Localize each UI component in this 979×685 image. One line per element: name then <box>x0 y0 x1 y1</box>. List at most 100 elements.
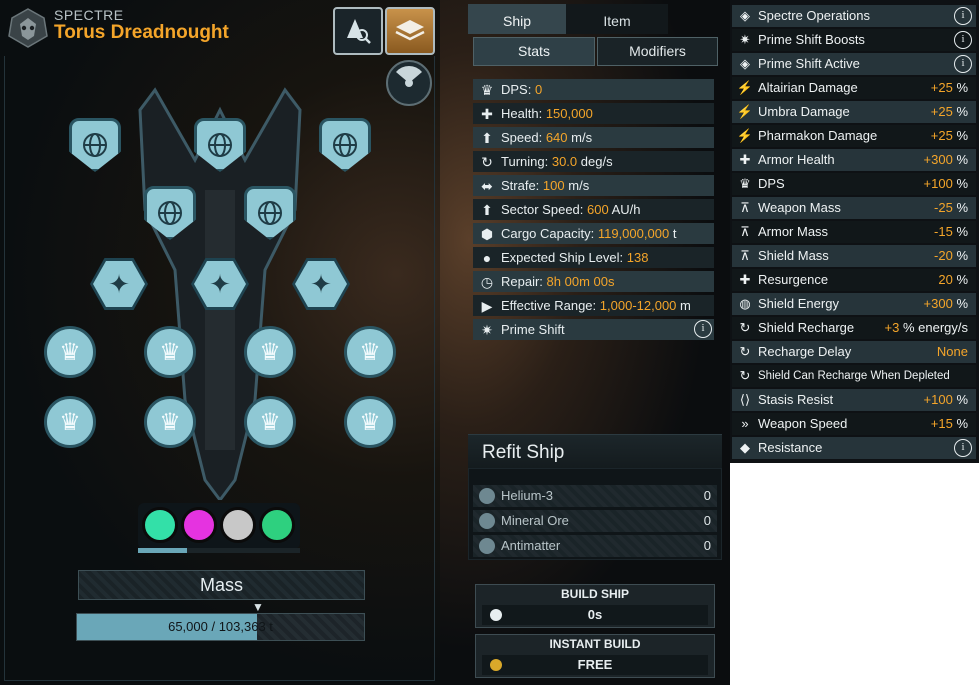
stat-unit: deg/s <box>580 154 613 169</box>
inspect-button[interactable] <box>333 7 383 55</box>
star-icon: ✦ <box>310 268 332 299</box>
module-slot[interactable]: ♛ <box>244 326 296 378</box>
gem-icon[interactable] <box>220 507 256 543</box>
stat-label: Speed: <box>501 130 543 145</box>
modifier-label: Armor Health <box>758 152 835 167</box>
stat-row: ♛ DPS: 0 <box>473 79 714 100</box>
stat-value: 0 <box>534 82 543 97</box>
altairian-icon: ⚡ <box>736 80 754 95</box>
module-slot[interactable]: ♛ <box>244 396 296 448</box>
gem-icon[interactable] <box>181 507 217 543</box>
spectre-faction-icon <box>8 8 48 48</box>
info-icon[interactable]: i <box>694 320 712 338</box>
stat-label: Prime Shift <box>501 322 565 337</box>
modifier-label: Shield Can Recharge When Depleted <box>758 370 950 382</box>
modifier-value: +25 % <box>930 80 968 95</box>
modifier-label: Shield Mass <box>758 248 829 263</box>
modifiers-panel: ◈ Spectre Operations i ✷ Prime Shift Boosts i… <box>730 0 979 463</box>
module-slot[interactable]: ♛ <box>44 396 96 448</box>
stat-value: 100 <box>542 178 565 193</box>
ship-class-label: SPECTRE <box>54 7 124 23</box>
gem-tray <box>138 503 300 549</box>
rotate-view-icon[interactable] <box>386 60 432 106</box>
star-icon: ✦ <box>209 268 231 299</box>
gem-icon[interactable] <box>142 507 178 543</box>
stat-value: 1,000-12,000 <box>599 298 677 313</box>
tab-stats[interactable]: Stats <box>473 37 595 66</box>
layers-button[interactable] <box>385 7 435 55</box>
stat-row: ◷ Repair: 8h 00m 00s <box>473 271 714 292</box>
modifier-value: 20 % <box>938 272 968 287</box>
inspect-icon <box>347 19 371 44</box>
modifier-value: -20 % <box>934 248 968 263</box>
weapon-slot[interactable] <box>69 118 121 172</box>
modifier-row: ⚡ Pharmakon Damage +25 % <box>732 125 976 147</box>
crown-icon: ♛ <box>259 338 281 366</box>
gem-progress-bar <box>138 548 300 553</box>
globe-icon <box>208 133 232 157</box>
stat-label: Cargo Capacity: <box>501 226 595 241</box>
modifier-value: +15 % <box>930 416 968 431</box>
modifier-row: ◈ Prime Shift Active i <box>732 53 976 75</box>
stat-value: 119,000,000 <box>597 226 670 241</box>
stat-row: ⬢ Cargo Capacity: 119,000,000 t <box>473 223 714 244</box>
stat-row: ⬆ Speed: 640 m/s <box>473 127 714 148</box>
modifier-row: ↻ Shield Can Recharge When Depleted <box>732 365 976 387</box>
chevron-down-icon[interactable]: ▼ <box>252 600 264 614</box>
stat-value: 640 <box>545 130 568 145</box>
stat-row: ⬆ Sector Speed: 600 AU/h <box>473 199 714 220</box>
strafe-icon: ⬌ <box>481 178 493 194</box>
gem-icon[interactable] <box>259 507 295 543</box>
modifier-row: ↻ Shield Recharge +3 % energy/s <box>732 317 976 339</box>
modifier-label: Armor Mass <box>758 224 829 239</box>
weapon-slot[interactable] <box>319 118 371 172</box>
module-slot[interactable]: ♛ <box>144 396 196 448</box>
info-icon[interactable]: i <box>954 55 972 73</box>
recharge-icon: ↻ <box>739 368 751 383</box>
info-icon[interactable]: i <box>954 439 972 457</box>
module-slot[interactable]: ♛ <box>344 396 396 448</box>
info-icon[interactable]: i <box>954 31 972 49</box>
shield-energy-icon: ◍ <box>739 296 751 311</box>
stat-unit: m/s <box>568 178 590 193</box>
tab-ship[interactable]: Ship <box>468 4 566 34</box>
tab-modifiers[interactable]: Modifiers <box>597 37 718 66</box>
stat-unit: AU/h <box>611 202 641 217</box>
weapon-slot[interactable] <box>244 186 296 240</box>
stat-label: Expected Ship Level: <box>501 250 624 265</box>
helium-icon <box>479 488 495 504</box>
module-slot[interactable]: ♛ <box>344 326 396 378</box>
modifier-row: ◈ Spectre Operations i <box>732 5 976 27</box>
stat-row: ✚ Health: 150,000 <box>473 103 714 124</box>
mass-icon: ⊼ <box>740 224 750 239</box>
module-slot[interactable]: ♛ <box>44 326 96 378</box>
crown-icon: ♛ <box>359 338 381 366</box>
modifier-row: ⚡ Umbra Damage +25 % <box>732 101 976 123</box>
crown-icon: ♛ <box>159 408 181 436</box>
turning-icon: ↻ <box>481 154 493 170</box>
ship-name: Torus Dreadnought <box>54 22 229 43</box>
weapon-slot[interactable] <box>144 186 196 240</box>
modifier-label: Weapon Speed <box>758 416 848 431</box>
stat-label: Strafe: <box>501 178 540 193</box>
tab-item[interactable]: Item <box>566 4 668 34</box>
modifier-label: Stasis Resist <box>758 392 834 407</box>
modifier-row: ⊼ Shield Mass -20 % <box>732 245 976 267</box>
modifier-row: ◍ Shield Energy +300 % <box>732 293 976 315</box>
modifier-value: +100 % <box>923 176 968 191</box>
resistance-icon: ◆ <box>740 440 750 455</box>
module-slot[interactable]: ♛ <box>144 326 196 378</box>
instant-build-button[interactable]: INSTANT BUILD FREE <box>475 634 715 678</box>
weapon-slot[interactable] <box>194 118 246 172</box>
modifier-label: Shield Recharge <box>758 320 855 335</box>
modifier-label: Resistance <box>758 440 823 455</box>
recharge-delay-icon: ↻ <box>739 344 751 359</box>
build-ship-button[interactable]: BUILD SHIP 0s <box>475 584 715 628</box>
modifier-row: ✚ Armor Health +300 % <box>732 149 976 171</box>
info-icon[interactable]: i <box>954 7 972 25</box>
modifier-row: ♛ DPS +100 % <box>732 173 976 195</box>
mass-selector[interactable]: Mass <box>78 570 365 600</box>
stat-row: ▶ Effective Range: 1,000-12,000 m <box>473 295 714 316</box>
modifier-label: Pharmakon Damage <box>758 128 878 143</box>
modifier-label: Shield Energy <box>758 296 839 311</box>
